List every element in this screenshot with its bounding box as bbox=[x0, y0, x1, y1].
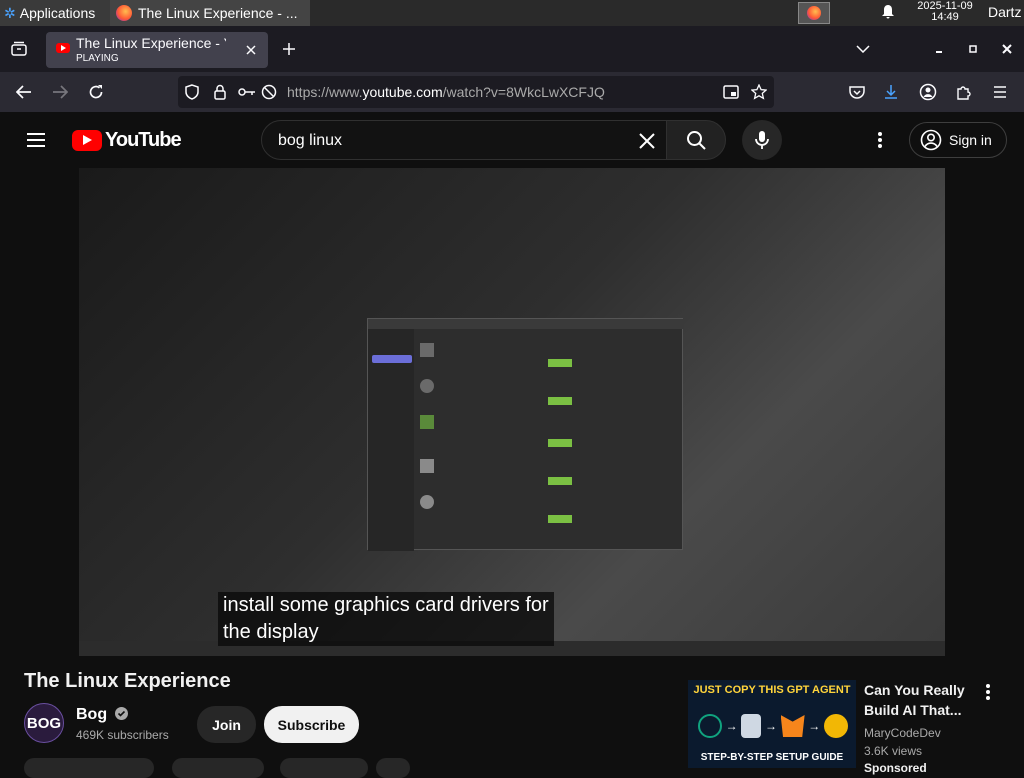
recommendation-channel[interactable]: MaryCodeDev bbox=[864, 726, 941, 740]
microphone-icon bbox=[755, 131, 769, 149]
chatgpt-logo-icon bbox=[698, 714, 722, 738]
applications-menu[interactable]: ✲ Applications bbox=[0, 0, 110, 26]
subscriber-count: 469K subscribers bbox=[76, 728, 169, 742]
arrow-icon: → bbox=[725, 719, 738, 733]
browser-tab-bar: The Linux Experience - YouTube PLAYING bbox=[0, 26, 1024, 72]
reload-icon[interactable] bbox=[84, 80, 108, 104]
clock-time: 14:49 bbox=[931, 11, 959, 23]
list-tabs-chevron-icon[interactable] bbox=[852, 38, 874, 60]
arrow-icon: → bbox=[808, 719, 821, 733]
sponsored-label: Sponsored bbox=[864, 761, 927, 775]
caption-line-2: the display bbox=[223, 621, 319, 643]
recommendation-title[interactable]: Can You Really Build AI That... bbox=[864, 680, 974, 720]
maximize-window-icon[interactable] bbox=[962, 38, 984, 60]
forward-arrow-icon[interactable] bbox=[48, 80, 72, 104]
tab-youtube[interactable]: The Linux Experience - YouTube PLAYING bbox=[46, 32, 268, 68]
thumbnail-headline: JUST COPY THIS GPT AGENT bbox=[693, 684, 851, 696]
sign-in-label: Sign in bbox=[949, 132, 992, 148]
guide-menu-icon[interactable] bbox=[24, 128, 48, 152]
search-button[interactable] bbox=[666, 120, 726, 160]
tab-overview-icon[interactable] bbox=[8, 38, 30, 60]
search-value: bog linux bbox=[278, 132, 343, 149]
video-frame-welcome-window bbox=[367, 318, 684, 551]
youtube-logo-text: YouTube bbox=[105, 128, 182, 151]
more-actions-button[interactable] bbox=[376, 758, 410, 778]
recommendation-more-icon[interactable] bbox=[978, 682, 998, 702]
taskbar-window-title: The Linux Experience - ... bbox=[138, 5, 298, 21]
tab-close-icon[interactable] bbox=[242, 41, 260, 59]
video-title: The Linux Experience bbox=[24, 670, 231, 692]
thumbnail-subline: STEP-BY-STEP SETUP GUIDE bbox=[700, 752, 844, 763]
browser-nav-bar: https://www.youtube.com/watch?v=8WkcLwXC… bbox=[0, 72, 1024, 112]
verified-badge-icon bbox=[114, 707, 128, 721]
voice-search-button[interactable] bbox=[742, 120, 782, 160]
permissions-key-icon[interactable] bbox=[238, 84, 256, 100]
channel-name[interactable]: Bog bbox=[76, 706, 128, 724]
os-taskbar: ✲ Applications The Linux Experience - ..… bbox=[0, 0, 1024, 26]
channel-name-text: Bog bbox=[76, 706, 108, 723]
xfce-icon: ✲ bbox=[4, 4, 16, 21]
arrow-icon: → bbox=[764, 719, 777, 733]
notification-bell-icon[interactable] bbox=[880, 4, 896, 23]
tab-playing-status: PLAYING bbox=[76, 53, 119, 64]
thumbnail-flow-graphic: → → → bbox=[698, 710, 848, 742]
back-arrow-icon[interactable] bbox=[12, 80, 36, 104]
minimize-window-icon[interactable] bbox=[928, 38, 950, 60]
recommendation-views: 3.6K views bbox=[864, 744, 923, 758]
tray-firefox-icon[interactable] bbox=[798, 2, 830, 24]
picture-in-picture-icon[interactable] bbox=[722, 84, 740, 100]
caption-line-1: install some graphics card drivers for bbox=[223, 594, 549, 616]
recommendation-thumbnail[interactable]: JUST COPY THIS GPT AGENT → → → STEP-BY-S… bbox=[688, 680, 856, 768]
video-player[interactable] bbox=[79, 168, 945, 656]
autoplay-blocked-icon[interactable] bbox=[260, 84, 278, 100]
youtube-header: YouTube bog linux Sign in bbox=[0, 112, 1024, 168]
share-button[interactable] bbox=[172, 758, 264, 778]
tracking-shield-icon[interactable] bbox=[184, 84, 200, 100]
metamask-fox-icon bbox=[780, 715, 805, 737]
join-button[interactable]: Join bbox=[197, 706, 256, 743]
like-button[interactable] bbox=[24, 758, 154, 778]
account-icon[interactable] bbox=[916, 80, 940, 104]
firefox-icon bbox=[116, 5, 132, 21]
extensions-puzzle-icon[interactable] bbox=[952, 80, 976, 104]
youtube-logo[interactable]: YouTube bbox=[72, 128, 182, 151]
downloads-icon[interactable] bbox=[880, 80, 902, 104]
bookmark-star-icon[interactable] bbox=[750, 84, 768, 100]
user-circle-icon bbox=[920, 129, 942, 151]
taskbar-window-button[interactable]: The Linux Experience - ... bbox=[110, 0, 310, 26]
close-window-icon[interactable] bbox=[996, 38, 1018, 60]
user-name[interactable]: Dartz bbox=[988, 4, 1021, 20]
clear-search-icon[interactable] bbox=[636, 130, 658, 152]
applications-label: Applications bbox=[19, 5, 96, 21]
search-icon bbox=[687, 131, 706, 150]
sign-in-button[interactable]: Sign in bbox=[909, 122, 1007, 158]
video-caption: install some graphics card drivers for t… bbox=[218, 592, 554, 646]
settings-kebab-icon[interactable] bbox=[870, 130, 890, 150]
channel-avatar[interactable]: BOG bbox=[24, 703, 64, 743]
gold-coin-icon bbox=[823, 714, 848, 738]
download-button[interactable] bbox=[280, 758, 368, 778]
url-text[interactable]: https://www.youtube.com/watch?v=8WkcLwXC… bbox=[287, 84, 605, 100]
youtube-favicon-icon bbox=[56, 43, 70, 53]
new-tab-icon[interactable] bbox=[278, 38, 300, 60]
search-input[interactable]: bog linux bbox=[261, 120, 667, 160]
tab-title: The Linux Experience - YouTube bbox=[76, 35, 226, 51]
lock-icon[interactable] bbox=[212, 84, 228, 100]
pocket-icon[interactable] bbox=[846, 80, 868, 104]
robot-icon bbox=[741, 714, 762, 738]
youtube-play-logo-icon bbox=[72, 129, 102, 151]
url-bar[interactable]: https://www.youtube.com/watch?v=8WkcLwXC… bbox=[178, 76, 774, 108]
clock[interactable]: 2025-11-09 14:49 bbox=[906, 1, 984, 23]
subscribe-button[interactable]: Subscribe bbox=[264, 706, 359, 743]
hamburger-menu-icon[interactable] bbox=[988, 80, 1012, 104]
